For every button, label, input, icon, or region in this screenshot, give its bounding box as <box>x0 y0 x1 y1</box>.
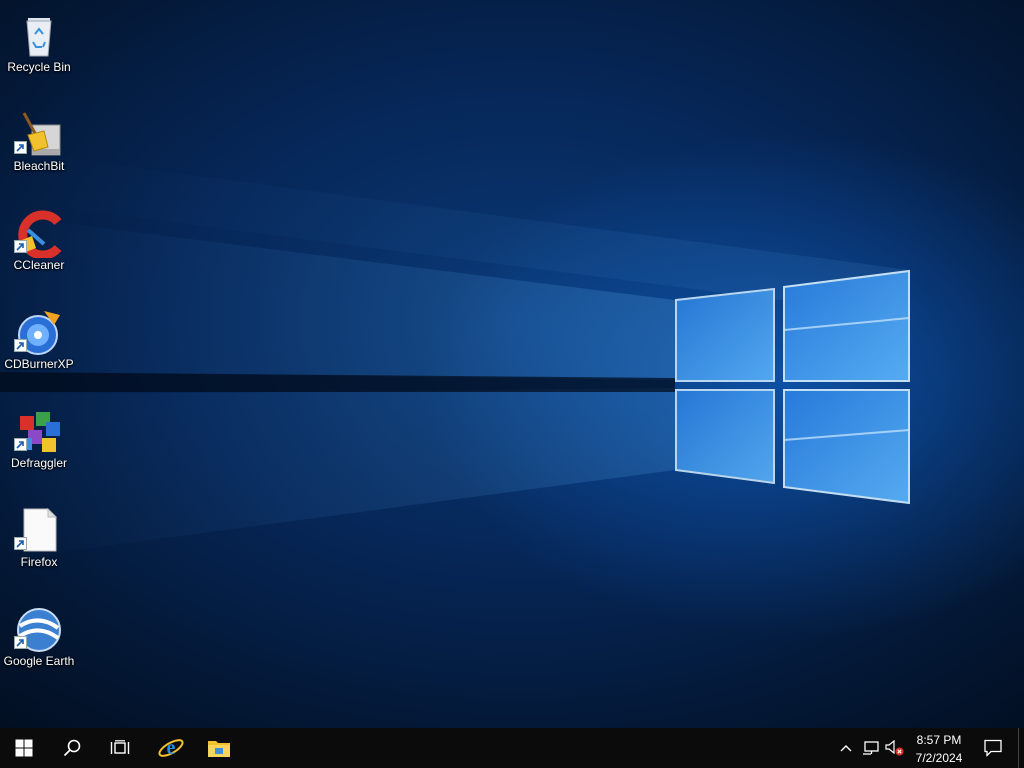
desktop-icon-bleachbit[interactable]: BleachBit <box>0 105 78 185</box>
desktop-icon-defraggler[interactable]: Defraggler <box>0 402 78 482</box>
show-hidden-icons-button[interactable] <box>836 728 856 768</box>
desktop-icon-label: BleachBit <box>13 159 65 173</box>
action-center-icon <box>984 739 1002 757</box>
desktop[interactable]: Recycle Bin BleachBit CCleaner CDBurnerX… <box>0 0 1024 728</box>
shortcut-arrow-icon <box>14 537 27 550</box>
shortcut-arrow-icon <box>14 141 27 154</box>
volume-muted-icon <box>885 740 904 756</box>
start-button[interactable] <box>0 728 48 768</box>
task-view-button[interactable] <box>96 728 144 768</box>
desktop-icon-label: Firefox <box>20 555 58 569</box>
network-icon <box>863 741 879 755</box>
clock-date: 7/2/2024 <box>915 751 963 765</box>
desktop-icon-label: CCleaner <box>13 258 65 272</box>
desktop-icon-google-earth[interactable]: Google Earth <box>0 600 78 680</box>
task-view-icon <box>110 740 130 754</box>
chevron-up-icon <box>840 745 852 752</box>
shortcut-arrow-icon <box>14 240 27 253</box>
desktop-icon-label: Google Earth <box>3 654 75 668</box>
shortcut-arrow-icon <box>14 339 27 352</box>
svg-text:e: e <box>167 737 176 759</box>
desktop-icon-label: Recycle Bin <box>7 60 71 74</box>
action-center-button[interactable] <box>978 728 1008 768</box>
taskbar: e 8:57 PM 7/2/2024 <box>0 728 1024 768</box>
taskbar-clock[interactable]: 8:57 PM 7/2/2024 <box>904 728 974 768</box>
internet-explorer-icon: e <box>158 737 184 759</box>
volume-control[interactable] <box>884 728 906 768</box>
shortcut-arrow-icon <box>14 636 27 649</box>
recycle-bin-icon <box>26 18 52 57</box>
wallpaper-windows-logo <box>0 150 910 560</box>
shortcut-arrow-icon <box>14 438 27 451</box>
desktop-icon-recycle-bin[interactable]: Recycle Bin <box>0 6 78 86</box>
network-status[interactable] <box>860 728 882 768</box>
desktop-icon-label: Defraggler <box>10 456 68 470</box>
taskbar-internet-explorer[interactable]: e <box>147 728 195 768</box>
clock-time: 8:57 PM <box>916 733 962 747</box>
show-desktop-button[interactable] <box>1018 728 1024 768</box>
taskbar-file-explorer[interactable] <box>195 728 243 768</box>
search-button[interactable] <box>48 728 96 768</box>
desktop-icon-firefox[interactable]: Firefox <box>0 501 78 581</box>
desktop-icon-ccleaner[interactable]: CCleaner <box>0 204 78 284</box>
search-icon <box>63 739 81 757</box>
desktop-icon-cdburnerxp[interactable]: CDBurnerXP <box>0 303 78 383</box>
windows-start-icon <box>15 739 33 757</box>
desktop-icon-label: CDBurnerXP <box>4 357 74 371</box>
file-explorer-icon <box>208 741 230 757</box>
